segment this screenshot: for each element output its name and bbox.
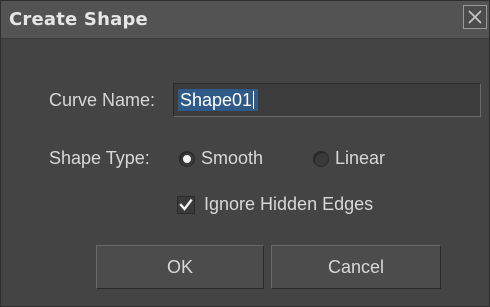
close-icon — [468, 10, 482, 24]
cancel-button[interactable]: Cancel — [271, 245, 441, 289]
linear-radio-label[interactable]: Linear — [335, 148, 385, 169]
close-button[interactable] — [463, 5, 487, 29]
checkmark-icon — [179, 198, 193, 211]
text-caret — [253, 91, 255, 109]
title-bar[interactable]: Create Shape — [1, 1, 489, 39]
ignore-hidden-edges-checkbox[interactable] — [177, 196, 195, 214]
create-shape-dialog: Create Shape Curve Name: Shape01 Shape T… — [0, 0, 490, 307]
smooth-radio-label[interactable]: Smooth — [201, 148, 263, 169]
dialog-title: Create Shape — [9, 9, 148, 30]
radio-dot-icon — [183, 155, 191, 163]
ok-button[interactable]: OK — [96, 245, 264, 289]
linear-radio[interactable] — [313, 151, 329, 167]
shape-type-label: Shape Type: — [49, 148, 150, 168]
curve-name-input[interactable]: Shape01 — [173, 83, 481, 117]
curve-name-value: Shape01 — [178, 89, 259, 111]
ignore-hidden-edges-label[interactable]: Ignore Hidden Edges — [204, 194, 373, 215]
smooth-radio[interactable] — [179, 151, 195, 167]
curve-name-label: Curve Name: — [49, 90, 156, 110]
